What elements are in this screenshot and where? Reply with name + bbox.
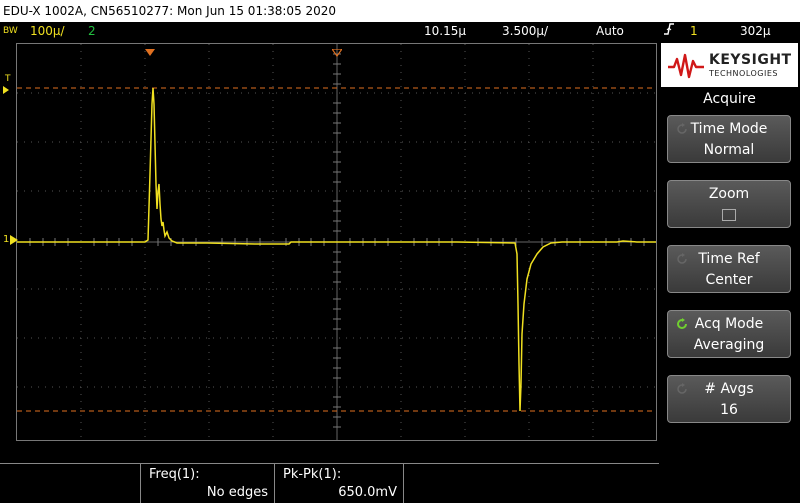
ch1-scale[interactable]: 100µ/ xyxy=(30,22,65,41)
softkey-label: Time Ref xyxy=(698,251,760,267)
measurement-label: Pk-Pk(1): xyxy=(283,467,342,482)
status-bar: BW 100µ/ 2 10.15µ 3.500µ/ Auto 1 302µ xyxy=(0,22,800,41)
brand-logo: KEYSIGHT TECHNOLOGIES xyxy=(661,43,798,87)
trigger-mode[interactable]: Auto xyxy=(596,22,624,41)
rising-edge-icon xyxy=(663,22,675,42)
softkey-label: Time Mode xyxy=(690,121,768,137)
trigger-marker-label: T xyxy=(5,74,11,84)
bandwidth-limit-label: BW xyxy=(3,26,18,36)
time-ref-softkey[interactable]: Time Ref Center xyxy=(667,245,791,293)
ch2-label[interactable]: 2 xyxy=(88,22,96,41)
keysight-wave-icon xyxy=(668,53,704,79)
softkey-panel: KEYSIGHT TECHNOLOGIES Acquire Time Mode … xyxy=(659,41,800,503)
softkey-label: # Avgs xyxy=(704,381,754,397)
ground-marker-label: 1 xyxy=(3,234,10,245)
softkey-value: Center xyxy=(705,272,753,288)
measurement-bar: Freq(1): No edges Pk-Pk(1): 650.0mV xyxy=(0,463,659,503)
softkey-label: Acq Mode xyxy=(694,316,764,332)
brand-name: KEYSIGHT xyxy=(709,52,792,68)
time-position[interactable]: 3.500µ/ xyxy=(502,22,548,41)
trigger-level[interactable]: 302µ xyxy=(740,22,771,41)
freq-measurement[interactable]: Freq(1): No edges xyxy=(140,464,274,503)
time-reference-marker xyxy=(330,42,344,61)
zoom-softkey[interactable]: Zoom xyxy=(667,180,791,228)
softkey-value: Normal xyxy=(703,142,755,158)
time-scale[interactable]: 10.15µ xyxy=(424,22,466,41)
trigger-source[interactable]: 1 xyxy=(690,22,698,41)
acq-mode-softkey[interactable]: Acq Mode Averaging xyxy=(667,310,791,358)
softkey-value: Averaging xyxy=(693,337,765,353)
menu-title: Acquire xyxy=(703,91,756,107)
ch1-ground-marker[interactable]: 1 xyxy=(3,234,18,245)
num-avgs-softkey[interactable]: # Avgs 16 xyxy=(667,375,791,423)
measurement-label: Freq(1): xyxy=(149,467,200,482)
pkpk-measurement[interactable]: Pk-Pk(1): 650.0mV xyxy=(274,464,404,503)
window-title: EDU-X 1002A, CN56510277: Mon Jun 15 01:3… xyxy=(0,0,800,22)
softkey-value: 16 xyxy=(720,402,738,418)
softkey-label: Zoom xyxy=(708,186,750,202)
trigger-level-marker[interactable]: T xyxy=(3,74,11,94)
measurement-value: No edges xyxy=(206,485,268,500)
brand-sub: TECHNOLOGIES xyxy=(709,69,778,78)
trigger-position-marker[interactable] xyxy=(145,42,155,61)
measurement-value: 650.0mV xyxy=(338,485,397,500)
zoom-checkbox[interactable] xyxy=(722,209,736,221)
time-mode-softkey[interactable]: Time Mode Normal xyxy=(667,115,791,163)
waveform-graticule[interactable]: T 1 xyxy=(3,42,657,441)
